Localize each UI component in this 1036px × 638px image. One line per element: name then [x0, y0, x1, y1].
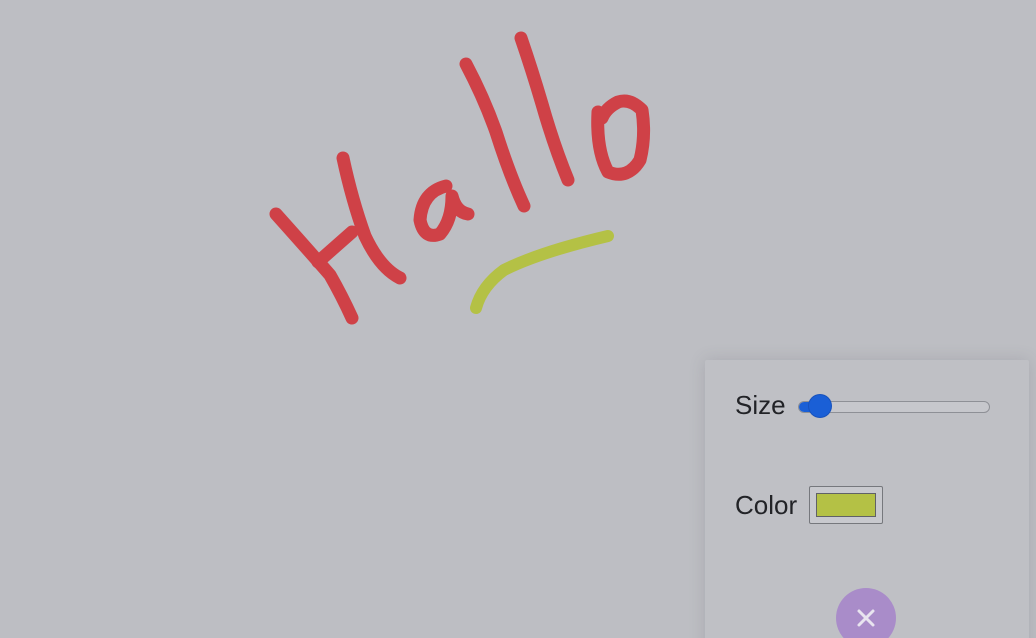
- hallo-stroke-a: [413, 179, 475, 242]
- hallo-stroke-o: [591, 94, 651, 181]
- size-label: Size: [735, 390, 786, 420]
- hallo-stroke-l2: [514, 31, 575, 187]
- hallo-stroke-h-crossbar: [311, 225, 359, 269]
- underline-stroke: [470, 230, 614, 314]
- close-button[interactable]: [836, 588, 896, 638]
- size-slider-thumb[interactable]: [809, 394, 832, 417]
- color-picker[interactable]: [809, 486, 884, 524]
- brush-settings-panel: Size Color: [705, 360, 1029, 638]
- drawing-app: Size Color: [0, 0, 1036, 638]
- color-row: Color: [735, 486, 884, 524]
- size-slider[interactable]: [797, 394, 990, 417]
- color-picker-swatch: [816, 493, 877, 517]
- hallo-stroke-h-right: [336, 151, 407, 285]
- close-icon: [857, 609, 875, 627]
- color-label: Color: [735, 489, 798, 520]
- size-row: Size: [735, 390, 990, 421]
- hallo-stroke-l1: [459, 57, 531, 213]
